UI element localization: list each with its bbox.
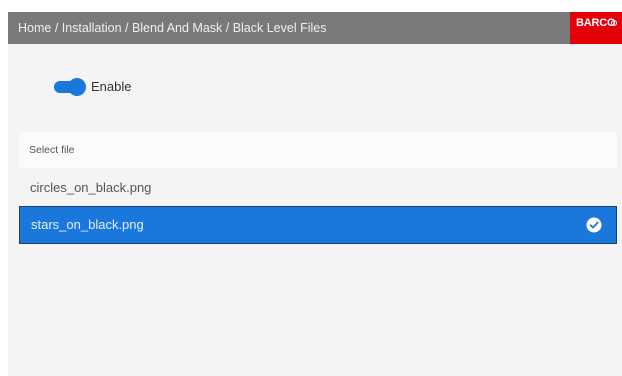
select-file-label: Select file [29,144,75,156]
file-list-item[interactable]: circles_on_black.png [19,169,617,207]
app-window: Home / Installation / Blend And Mask / B… [8,12,622,376]
toggle-knob[interactable] [68,78,86,96]
file-name: stars_on_black.png [31,217,144,232]
logo-text: BARCO [576,17,616,29]
barco-logo: BARCO [570,12,622,44]
file-list-header: Select file [19,132,617,168]
file-list-item-selected[interactable]: stars_on_black.png [19,206,617,244]
logo-mark-icon [611,20,617,26]
enable-label: Enable [91,79,132,94]
check-circle-icon [586,217,602,233]
breadcrumb: Home / Installation / Blend And Mask / B… [18,21,327,35]
header-bar: Home / Installation / Blend And Mask / B… [8,12,622,44]
file-name: circles_on_black.png [30,180,152,195]
